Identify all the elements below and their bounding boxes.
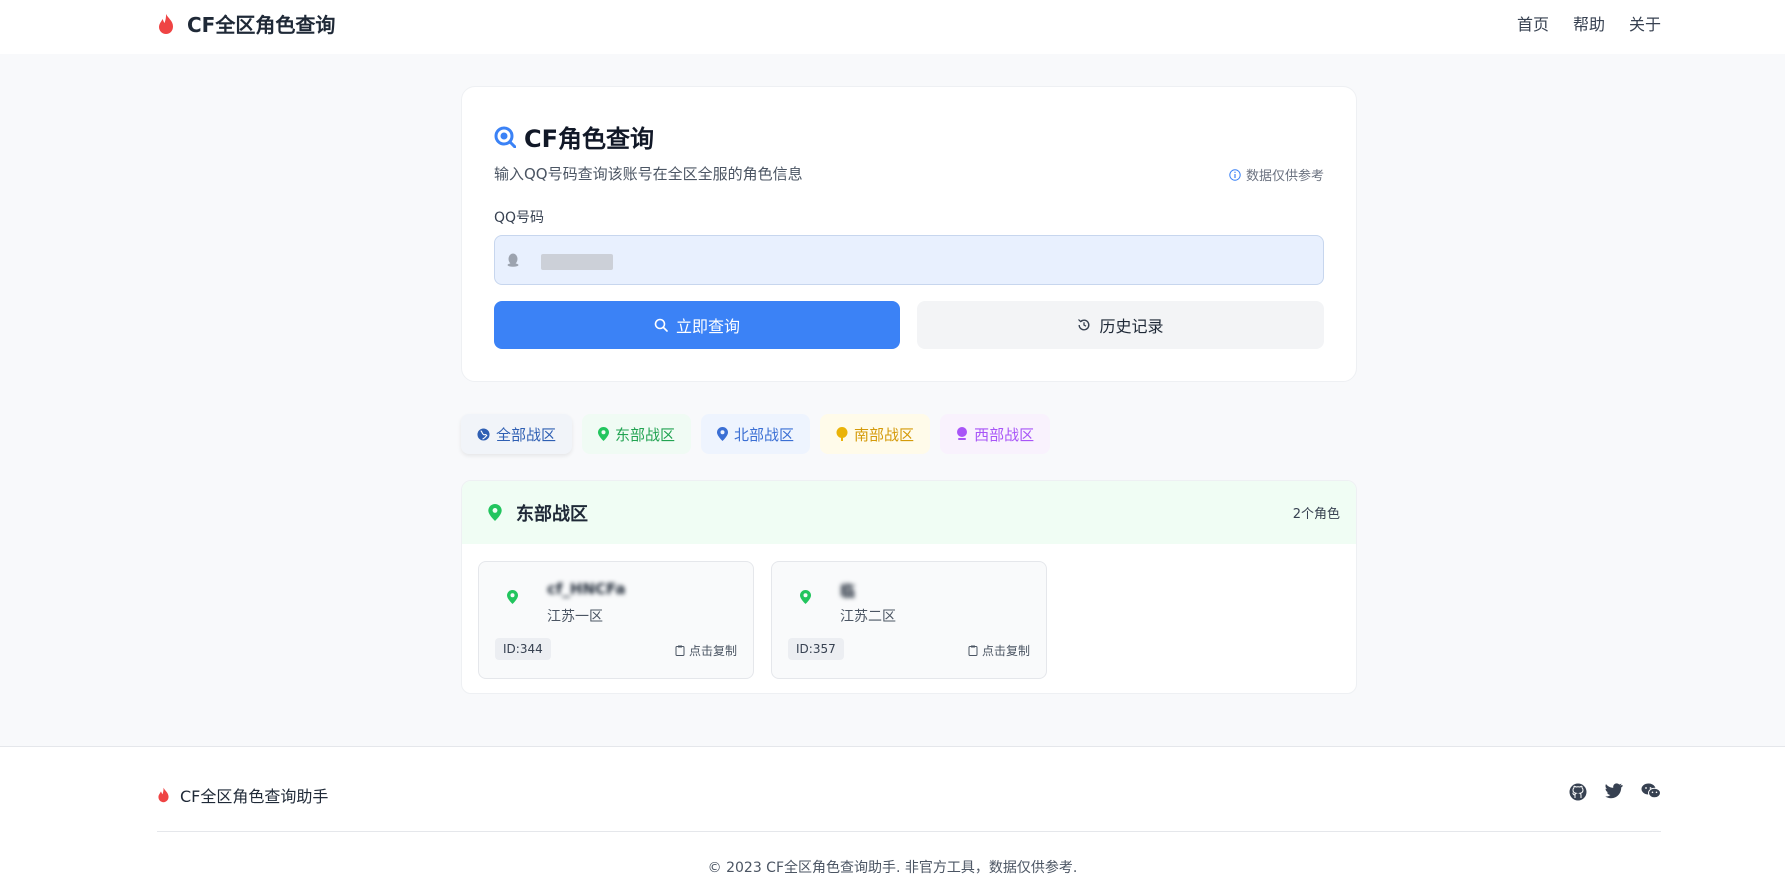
- role-card[interactable]: 临 江苏二区 ID:357 点击复制: [771, 561, 1047, 679]
- brand[interactable]: CF全区角色查询: [157, 9, 335, 38]
- reference-note-text: 数据仅供参考: [1245, 169, 1324, 184]
- role-id-badge: ID:357: [788, 638, 844, 660]
- tab-east-region[interactable]: 东部战区: [582, 414, 692, 454]
- qq-penguin-icon: [507, 253, 519, 267]
- location-dot-icon: [957, 427, 968, 440]
- tab-label: 北部战区: [734, 425, 795, 444]
- page-title: CF角色查询: [524, 125, 655, 153]
- card-title: CF角色查询: [494, 119, 654, 154]
- clipboard-icon: [675, 645, 685, 656]
- search-card: CF角色查询 输入QQ号码查询该账号在全区全服的角色信息 数据仅供参考 QQ号码…: [461, 86, 1357, 382]
- top-nav: 首页 帮助 关于: [1517, 11, 1661, 35]
- history-button-label: 历史记录: [1099, 317, 1164, 336]
- region-tabs: 全部战区 东部战区 北部战区 南部战区 西部战区: [461, 414, 1051, 454]
- tab-all-regions[interactable]: 全部战区: [461, 414, 573, 454]
- role-name: cf_HNCFa: [547, 580, 626, 598]
- tab-label: 东部战区: [615, 425, 676, 444]
- tab-west-region[interactable]: 西部战区: [940, 414, 1051, 454]
- qq-input[interactable]: [533, 245, 1293, 275]
- search-magnify-icon: [494, 126, 516, 148]
- top-header: CF全区角色查询 首页 帮助 关于: [0, 0, 1785, 54]
- card-subtitle: 输入QQ号码查询该账号在全区全服的角色信息: [494, 165, 803, 183]
- qq-field-label: QQ号码: [494, 210, 545, 226]
- flame-icon: [158, 787, 169, 803]
- clipboard-icon: [968, 645, 978, 656]
- history-button[interactable]: 历史记录: [917, 301, 1324, 349]
- role-count: 2个角色: [1292, 507, 1340, 522]
- tab-label: 西部战区: [974, 425, 1035, 444]
- wechat-icon[interactable]: [1641, 783, 1661, 799]
- qq-input-wrapper[interactable]: [494, 235, 1324, 285]
- brand-title: CF全区角色查询: [187, 13, 336, 37]
- tab-label: 全部战区: [496, 425, 557, 444]
- copy-button[interactable]: 点击复制: [968, 642, 1030, 659]
- reference-note: 数据仅供参考: [1229, 165, 1324, 184]
- copy-label: 点击复制: [981, 644, 1030, 658]
- copy-label: 点击复制: [688, 644, 737, 658]
- map-pin-icon: [800, 590, 811, 604]
- role-name: 临: [840, 582, 856, 600]
- copy-button[interactable]: 点击复制: [675, 642, 737, 659]
- flame-icon: [159, 13, 173, 34]
- footer-divider: [157, 831, 1661, 832]
- footer-brand-text: CF全区角色查询助手: [180, 787, 329, 806]
- role-server: 江苏一区: [547, 609, 603, 625]
- tab-north-region[interactable]: 北部战区: [701, 414, 811, 454]
- footer-brand: CF全区角色查询助手: [157, 783, 328, 807]
- nav-home[interactable]: 首页: [1517, 11, 1549, 35]
- tab-label: 南部战区: [854, 425, 915, 444]
- location-pin-icon: [836, 427, 848, 441]
- info-icon: [1229, 168, 1241, 181]
- github-icon[interactable]: [1569, 783, 1587, 801]
- history-icon: [1078, 319, 1090, 331]
- page-footer: CF全区角色查询助手 © 2023 CF全区角色查询助手. 非官方工具，数据仅供…: [0, 746, 1785, 882]
- masked-qq-value: [541, 254, 613, 270]
- search-icon: [654, 318, 668, 332]
- globe-icon: [477, 427, 490, 441]
- nav-help[interactable]: 帮助: [1573, 11, 1605, 35]
- twitter-icon[interactable]: [1605, 783, 1623, 799]
- role-server: 江苏二区: [840, 609, 896, 625]
- map-pin-icon: [488, 504, 502, 521]
- tab-south-region[interactable]: 南部战区: [820, 414, 931, 454]
- map-marker-icon: [717, 427, 729, 441]
- query-button-label: 立即查询: [675, 317, 740, 336]
- query-button[interactable]: 立即查询: [494, 301, 900, 349]
- copyright-text: © 2023 CF全区角色查询助手. 非官方工具，数据仅供参考.: [707, 860, 1078, 876]
- region-name: 东部战区: [516, 503, 588, 525]
- map-pin-icon: [598, 427, 610, 441]
- map-pin-icon: [507, 590, 518, 604]
- region-results-panel: 东部战区 2个角色 cf_HNCFa 江苏一区 ID:344 点击复制 临 江苏…: [461, 480, 1357, 694]
- region-header: 东部战区 2个角色: [462, 481, 1356, 544]
- nav-about[interactable]: 关于: [1629, 11, 1661, 35]
- role-id-badge: ID:344: [495, 638, 551, 660]
- social-links: [1569, 783, 1661, 801]
- role-card[interactable]: cf_HNCFa 江苏一区 ID:344 点击复制: [478, 561, 754, 679]
